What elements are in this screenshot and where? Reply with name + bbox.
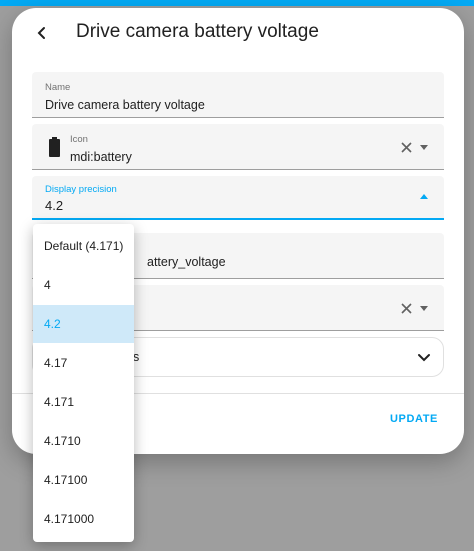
chevron-up-icon[interactable]: [420, 194, 428, 199]
name-field-label: Name: [45, 82, 71, 93]
dialog-title: Drive camera battery voltage: [76, 21, 319, 42]
clear-icon-button[interactable]: [399, 140, 413, 154]
icon-field-value: mdi:battery: [70, 150, 132, 164]
display-precision-menu: Default (4.171) 4 4.2 4.17 4.171 4.1710 …: [33, 224, 134, 542]
icon-field[interactable]: Icon mdi:battery: [32, 124, 444, 170]
name-field[interactable]: Name Drive camera battery voltage: [32, 72, 444, 118]
chevron-down-icon: [418, 354, 430, 362]
menu-item-4-17[interactable]: 4.17: [33, 344, 134, 382]
icon-field-label: Icon: [70, 134, 88, 145]
icon-dropdown-caret[interactable]: [420, 145, 428, 150]
name-field-value: Drive camera battery voltage: [45, 98, 205, 112]
battery-icon: [49, 137, 60, 157]
display-precision-value: 4.2: [45, 198, 64, 213]
display-precision-field[interactable]: Display precision 4.2: [32, 176, 444, 220]
close-icon: [400, 302, 412, 314]
update-button[interactable]: UPDATE: [390, 413, 438, 425]
menu-item-4-1710[interactable]: 4.1710: [33, 422, 134, 460]
menu-item-4-171000[interactable]: 4.171000: [33, 500, 134, 538]
menu-item-4-171[interactable]: 4.171: [33, 383, 134, 421]
display-precision-label: Display precision: [45, 184, 117, 195]
clear-area-button[interactable]: [399, 301, 413, 315]
menu-item-4-2[interactable]: 4.2: [33, 305, 134, 343]
menu-item-default[interactable]: Default (4.171): [33, 227, 134, 265]
back-button[interactable]: [29, 20, 55, 46]
close-icon: [400, 141, 412, 153]
entity-id-value: attery_voltage: [147, 255, 226, 269]
area-dropdown-caret[interactable]: [420, 306, 428, 311]
dialog-header: Drive camera battery voltage: [12, 8, 464, 64]
arrow-left-icon: [37, 27, 45, 39]
top-app-bar: [0, 0, 474, 6]
menu-item-4-17100[interactable]: 4.17100: [33, 461, 134, 499]
menu-item-4[interactable]: 4: [33, 266, 134, 304]
